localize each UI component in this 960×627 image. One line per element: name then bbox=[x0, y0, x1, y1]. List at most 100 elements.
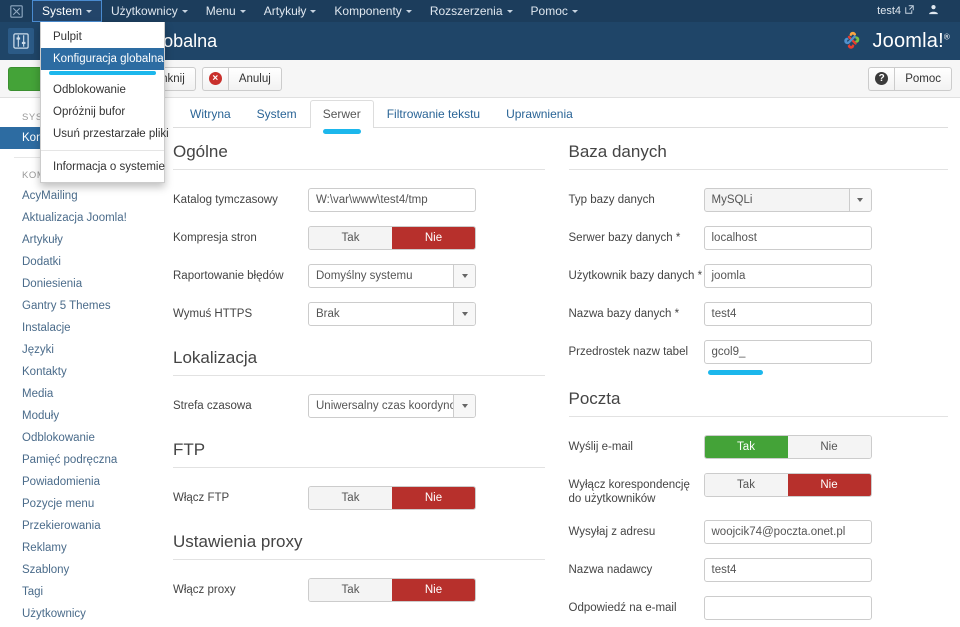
field-wlacz-ftp: Włącz FTP Tak Nie bbox=[173, 486, 545, 510]
dropdown-item-pulpit[interactable]: Pulpit bbox=[41, 26, 164, 48]
sidebar-item-label: Moduły bbox=[22, 410, 60, 422]
dropdown-item-label: Opróżnij bufor bbox=[53, 106, 126, 118]
question-circle-icon: ? bbox=[868, 66, 895, 91]
dropdown-item-label: Odblokowanie bbox=[53, 84, 126, 96]
field-nazwa-bazy-danych: Nazwa bazy danych * test4 bbox=[569, 302, 949, 326]
field-control: joomla bbox=[703, 264, 949, 288]
tmp-path-input[interactable]: W:\var\www\test4/tmp bbox=[308, 188, 476, 212]
sidebar-item-acymailing[interactable]: AcyMailing bbox=[0, 185, 165, 207]
menu-komponenty[interactable]: Komponenty bbox=[325, 0, 420, 22]
sidebar-item-kontakty[interactable]: Kontakty bbox=[0, 361, 165, 383]
sidebar-item-gantry-5-themes[interactable]: Gantry 5 Themes bbox=[0, 295, 165, 317]
sidebar-item-pamiec-podreczna[interactable]: Pamięć podręczna bbox=[0, 449, 165, 471]
tab-serwer[interactable]: Serwer bbox=[309, 100, 374, 134]
sidebar-item-aktualizacja-joomla[interactable]: Aktualizacja Joomla! bbox=[0, 207, 165, 229]
menu-rozszerzenia[interactable]: Rozszerzenia bbox=[421, 0, 522, 22]
menu-artykuly-label: Artykuły bbox=[263, 4, 307, 18]
send-mail-yes-option[interactable]: Tak bbox=[704, 436, 788, 458]
db-host-input[interactable]: localhost bbox=[703, 226, 872, 250]
gzip-toggle[interactable]: Tak Nie bbox=[308, 226, 476, 250]
dropdown-item-informacja-o-systemie[interactable]: Informacja o systemie bbox=[41, 156, 165, 178]
db-name-input[interactable]: test4 bbox=[703, 302, 872, 326]
gzip-no-option[interactable]: Nie bbox=[392, 227, 475, 249]
ftp-no-option[interactable]: Nie bbox=[392, 487, 475, 509]
proxy-yes-option[interactable]: Tak bbox=[309, 579, 392, 601]
menu-uzytkownicy[interactable]: Użytkownicy bbox=[102, 0, 197, 22]
field-label: Raportowanie błędów bbox=[173, 270, 284, 282]
sidebar-item-tagi[interactable]: Tagi bbox=[0, 581, 165, 603]
sidebar-item-uzytkownicy[interactable]: Użytkownicy bbox=[0, 603, 165, 625]
field-label: Wyślij e-mail bbox=[568, 441, 633, 453]
field-label: Typ bazy danych bbox=[568, 194, 655, 206]
disable-mass-mail-yes-option[interactable]: Tak bbox=[704, 474, 788, 496]
sidebar-item-artykuly[interactable]: Artykuły bbox=[0, 229, 165, 251]
sidebar-item-jezyki[interactable]: Języki bbox=[0, 339, 165, 361]
field-wylacz-korespondencje: Wyłącz korespondencję do użytkowników Ta… bbox=[569, 473, 949, 506]
ftp-yes-option[interactable]: Tak bbox=[309, 487, 392, 509]
sidebar-item-odblokowanie[interactable]: Odblokowanie bbox=[0, 427, 165, 449]
sidebar-item-szablony[interactable]: Szablony bbox=[0, 559, 165, 581]
select-value: Uniwersalny czas koordynow... bbox=[316, 400, 468, 412]
sidebar-item-media[interactable]: Media bbox=[0, 383, 165, 405]
select-value: Domyślny systemu bbox=[316, 270, 413, 282]
db-user-input[interactable]: joomla bbox=[703, 264, 872, 288]
send-mail-toggle[interactable]: Tak Nie bbox=[703, 435, 872, 459]
db-type-select[interactable]: MySQLi bbox=[703, 188, 872, 212]
proxy-no-option[interactable]: Nie bbox=[392, 579, 475, 601]
field-control: Uniwersalny czas koordynow... bbox=[308, 394, 545, 418]
timezone-select[interactable]: Uniwersalny czas koordynow... bbox=[308, 394, 476, 418]
sidebar-item-reklamy[interactable]: Reklamy bbox=[0, 537, 165, 559]
tab-witryna[interactable]: Witryna bbox=[177, 100, 244, 128]
joomla-glyph-icon[interactable] bbox=[0, 0, 32, 22]
site-preview-link[interactable]: test4 bbox=[869, 5, 922, 17]
sidebar-item-doniesienia[interactable]: Doniesienia bbox=[0, 273, 165, 295]
error-reporting-select[interactable]: Domyślny systemu bbox=[308, 264, 476, 288]
reply-email-input[interactable] bbox=[703, 596, 872, 620]
field-label: Odpowiedź na e-mail bbox=[568, 602, 677, 614]
menu-pomoc[interactable]: Pomoc bbox=[522, 0, 587, 22]
proxy-toggle[interactable]: Tak Nie bbox=[308, 578, 476, 602]
dropdown-item-oproznij-bufor[interactable]: Opróżnij bufor bbox=[41, 101, 164, 123]
gzip-yes-option[interactable]: Tak bbox=[309, 227, 392, 249]
menu-system[interactable]: System bbox=[32, 0, 103, 22]
disable-mass-mail-toggle[interactable]: Tak Nie bbox=[703, 473, 872, 497]
field-label: Strefa czasowa bbox=[173, 400, 252, 412]
sidebar-item-instalacje[interactable]: Instalacje bbox=[0, 317, 165, 339]
tab-label: Witryna bbox=[190, 107, 231, 121]
menu-artykuly[interactable]: Artykuły bbox=[255, 0, 326, 22]
help-button[interactable]: ? Pomoc bbox=[868, 66, 952, 91]
system-dropdown-menu: Pulpit Konfiguracja globalna Odblokowani… bbox=[40, 22, 169, 183]
field-wlacz-proxy: Włącz proxy Tak Nie bbox=[173, 578, 545, 602]
chevron-down-icon bbox=[506, 10, 513, 14]
cancel-button[interactable]: × Anuluj bbox=[201, 66, 282, 91]
dropdown-item-usun-przestarzale-pliki[interactable]: Usuń przestarzałe pliki bbox=[41, 123, 169, 145]
field-serwer-bazy-danych: Serwer bazy danych * localhost bbox=[569, 226, 949, 250]
sidebar-item-moduly[interactable]: Moduły bbox=[0, 405, 165, 427]
sidebar-item-przekierowania[interactable]: Przekierowania bbox=[0, 515, 165, 537]
select-value: MySQLi bbox=[711, 194, 753, 206]
sidebar-item-powiadomienia[interactable]: Powiadomienia bbox=[0, 471, 165, 493]
from-name-input[interactable]: test4 bbox=[703, 558, 872, 582]
dropdown-item-odblokowanie[interactable]: Odblokowanie bbox=[41, 79, 164, 101]
tab-uprawnienia[interactable]: Uprawnienia bbox=[493, 100, 586, 128]
close-circle-icon: × bbox=[201, 66, 228, 91]
disable-mass-mail-no-option[interactable]: Nie bbox=[787, 474, 871, 496]
field-nazwa-nadawcy: Nazwa nadawcy test4 bbox=[569, 558, 949, 582]
force-ssl-select[interactable]: Brak bbox=[308, 302, 476, 326]
dropdown-item-konfiguracja-globalna[interactable]: Konfiguracja globalna bbox=[41, 48, 164, 70]
tab-filtrowanie-tekstu[interactable]: Filtrowanie tekstu bbox=[374, 100, 493, 128]
section-ftp-title: FTP bbox=[173, 440, 545, 468]
send-mail-no-option[interactable]: Nie bbox=[787, 436, 871, 458]
section-ogolne-title: Ogólne bbox=[173, 142, 545, 170]
user-menu[interactable] bbox=[922, 4, 954, 18]
field-wymus-https: Wymuś HTTPS Brak bbox=[173, 302, 545, 326]
field-uzytkownik-bazy-danych: Użytkownik bazy danych * joomla bbox=[569, 264, 949, 288]
db-prefix-input[interactable]: gcol9_ bbox=[703, 340, 872, 364]
menu-menu[interactable]: Menu bbox=[197, 0, 255, 22]
from-email-input[interactable]: woojcik74@poczta.onet.pl bbox=[703, 520, 872, 544]
tab-system[interactable]: System bbox=[244, 100, 310, 128]
sidebar-item-pozycje-menu[interactable]: Pozycje menu bbox=[0, 493, 165, 515]
sidebar-item-dodatki[interactable]: Dodatki bbox=[0, 251, 165, 273]
menu-komponenty-label: Komponenty bbox=[334, 4, 402, 18]
ftp-toggle[interactable]: Tak Nie bbox=[308, 486, 476, 510]
